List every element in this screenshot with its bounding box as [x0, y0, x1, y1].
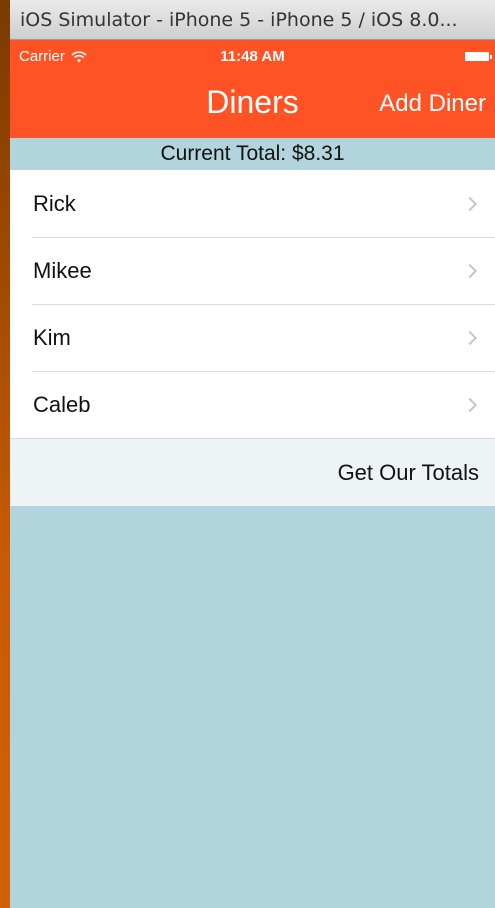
table-footer: Get Our Totals [10, 438, 495, 506]
diner-name: Mikee [33, 257, 92, 283]
diner-row[interactable]: Caleb [10, 371, 495, 438]
get-our-totals-button[interactable]: Get Our Totals [338, 439, 479, 507]
status-bar: Carrier 11:48 AM [10, 40, 495, 74]
iphone-screen: Carrier 11:48 AM Diners Add Diner Curren… [10, 40, 495, 908]
add-diner-button[interactable]: Add Diner [379, 90, 486, 118]
diner-row[interactable]: Mikee [10, 237, 495, 304]
battery-icon [465, 52, 492, 61]
diner-list: Rick Mikee Kim Caleb [10, 170, 495, 438]
simulator-window-title: iOS Simulator - iPhone 5 - iPhone 5 / iO… [10, 0, 495, 40]
diner-name: Kim [33, 324, 71, 350]
diner-row[interactable]: Kim [10, 304, 495, 371]
diner-row[interactable]: Rick [10, 170, 495, 237]
chevron-right-icon [462, 196, 478, 211]
diner-name: Rick [33, 190, 76, 216]
chevron-right-icon [462, 263, 478, 278]
current-total-label: Current Total: $8.31 [10, 138, 495, 170]
chevron-right-icon [462, 330, 478, 345]
navigation-bar: Carrier 11:48 AM Diners Add Diner [10, 40, 495, 138]
chevron-right-icon [462, 397, 478, 412]
status-time: 11:48 AM [220, 48, 285, 65]
diner-name: Caleb [33, 391, 91, 417]
